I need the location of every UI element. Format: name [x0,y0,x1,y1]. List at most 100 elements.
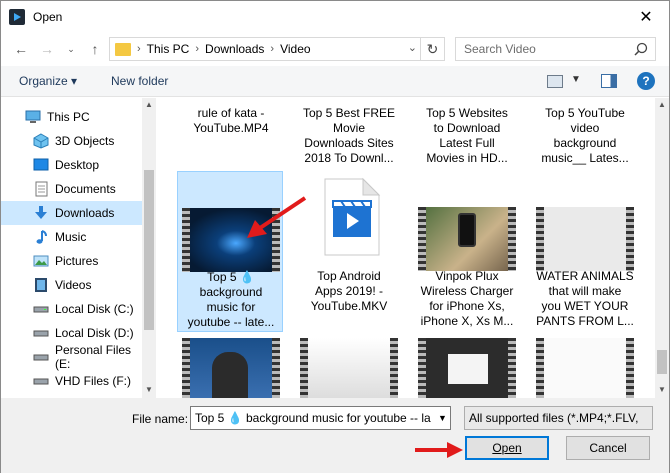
breadcrumb-downloads[interactable]: Downloads [205,42,264,56]
documents-icon [33,181,49,197]
drive-icon [33,325,49,341]
file-tile[interactable]: WATER ANIMALS that will make you WET YOU… [532,171,638,332]
nav-item-music[interactable]: Music [1,225,142,249]
video-thumbnail [300,338,398,398]
cancel-button[interactable]: Cancel [566,436,650,460]
title-bar: Open ✕ [1,1,669,32]
video-thumbnail [536,338,634,398]
file-tile[interactable]: Vinpok Plux Wireless Charger for iPhone … [414,171,520,332]
chevron-right-icon: › [270,43,275,55]
nav-item-3d-objects[interactable]: 3D Objects [1,129,142,153]
refresh-icon[interactable]: ↻ [420,38,444,60]
nav-item-label: Personal Files (E: [55,343,132,371]
file-name-line: music__ Lates... [541,151,629,165]
address-dropdown-chevron-icon[interactable]: ⌄ [408,41,417,54]
scrollbar-thumb[interactable] [144,170,154,330]
file-tile[interactable] [178,338,284,398]
file-name-line: Top Android [317,269,381,283]
file-name-line: Top 5 YouTube [545,106,625,120]
nav-item-label: Downloads [55,206,115,220]
file-tile[interactable]: Top 5 Websites to Download Latest Full M… [414,98,520,168]
drive-icon [33,373,49,389]
open-button[interactable]: Open [465,436,549,460]
close-button[interactable]: ✕ [623,1,669,32]
scroll-down-icon[interactable]: ▼ [145,385,153,394]
open-dialog: Open ✕ ← → ⌄ ↑ › This PC › Downloads › V… [0,0,670,473]
file-name-line: you WET YOUR [541,299,629,313]
new-folder-button[interactable]: New folder [111,74,168,88]
scroll-up-icon[interactable]: ▲ [658,100,666,109]
nav-item-personal-files-e[interactable]: Personal Files (E: [1,343,142,371]
address-row: ← → ⌄ ↑ › This PC › Downloads › Video ⌄ … [1,32,669,66]
nav-item-label: 3D Objects [55,134,115,148]
file-name-line: for iPhone Xs, [429,299,505,313]
up-arrow-icon[interactable]: ↑ [85,39,105,59]
nav-item-this-pc[interactable]: This PC [1,105,142,129]
recent-locations-chevron-icon[interactable]: ⌄ [61,39,81,59]
file-tile[interactable] [296,338,402,398]
nav-item-local-disk-d[interactable]: Local Disk (D:) [1,321,142,345]
video-thumbnail [536,207,634,271]
scroll-up-icon[interactable]: ▲ [145,100,153,109]
file-name-line: Apps 2019! - [314,284,384,298]
breadcrumb-video[interactable]: Video [280,42,310,56]
command-toolbar: Organize ▾ New folder ▼ ? [1,66,669,97]
nav-item-label: Local Disk (C:) [55,302,134,316]
video-thumbnail [418,207,516,271]
file-tile[interactable]: Top 5 YouTube video background music__ L… [532,98,638,168]
file-list: rule of kata - YouTube.MP4 Top 5 Best FR… [156,98,655,398]
nav-item-label: VHD Files (F:) [55,374,131,388]
breadcrumb-this-pc[interactable]: This PC [147,42,190,56]
organize-button[interactable]: Organize ▾ [19,74,77,88]
back-arrow-icon[interactable]: ← [11,39,31,59]
nav-item-pictures[interactable]: Pictures [1,249,142,273]
annotation-arrow-icon [247,196,307,238]
window-title: Open [33,9,63,24]
file-tile[interactable]: Top 5 Best FREE Movie Downloads Sites 20… [296,98,402,168]
file-tile[interactable]: rule of kata - YouTube.MP4 [178,98,284,168]
pictures-icon [33,253,49,269]
app-icon [9,8,25,25]
file-tile[interactable] [414,338,520,398]
nav-item-label: Desktop [55,158,100,172]
navigation-scrollbar[interactable]: ▲ ▼ [142,98,156,398]
file-name-line: Top 5 💧 [207,270,255,284]
preview-pane-icon[interactable] [601,74,617,88]
address-bar[interactable]: › This PC › Downloads › Video ⌄ ↻ [109,37,445,61]
file-name-input[interactable]: Top 5 💧 background music for youtube -- … [190,406,451,430]
view-options-icon[interactable] [547,75,563,88]
nav-item-desktop[interactable]: Desktop [1,153,142,177]
file-name-line: to Download [433,121,501,135]
search-input[interactable]: Search Video [455,37,656,61]
file-name-line: background [199,285,263,299]
file-list-scrollbar[interactable]: ▲ ▼ [655,98,669,398]
view-chevron-icon[interactable]: ▼ [571,74,581,85]
nav-item-videos[interactable]: Videos [1,273,142,297]
folder-icon [115,42,131,56]
scrollbar-thumb[interactable] [657,350,667,374]
nav-item-downloads[interactable]: Downloads [1,201,142,225]
file-tile[interactable] [532,338,638,398]
file-tile[interactable]: Top Android Apps 2019! - YouTube.MKV [296,171,402,332]
scroll-down-icon[interactable]: ▼ [658,385,666,394]
file-type-select[interactable]: All supported files (*.MP4;*.FLV, [464,406,653,430]
file-name-line: Latest Full [439,136,495,150]
video-thumbnail [418,338,516,398]
file-name-line: YouTube.MKV [310,299,388,313]
chevron-down-icon[interactable]: ▼ [434,407,450,429]
nav-item-vhd-files-f[interactable]: VHD Files (F:) [1,369,142,393]
file-name-line: Movies in HD... [426,151,508,165]
computer-icon [25,109,41,125]
search-icon [634,42,648,56]
chevron-right-icon: › [195,43,200,55]
file-name-line: PANTS FROM L... [536,314,634,328]
nav-item-local-disk-c[interactable]: Local Disk (C:) [1,297,142,321]
drive-icon [33,301,49,317]
nav-item-documents[interactable]: Documents [1,177,142,201]
forward-arrow-icon[interactable]: → [37,39,57,59]
file-name-line: 2018 To Downl... [304,151,394,165]
help-icon[interactable]: ? [637,72,655,90]
file-name-line: youtube -- late... [187,315,275,329]
nav-item-label: Documents [55,182,116,196]
search-placeholder: Search Video [464,42,536,56]
